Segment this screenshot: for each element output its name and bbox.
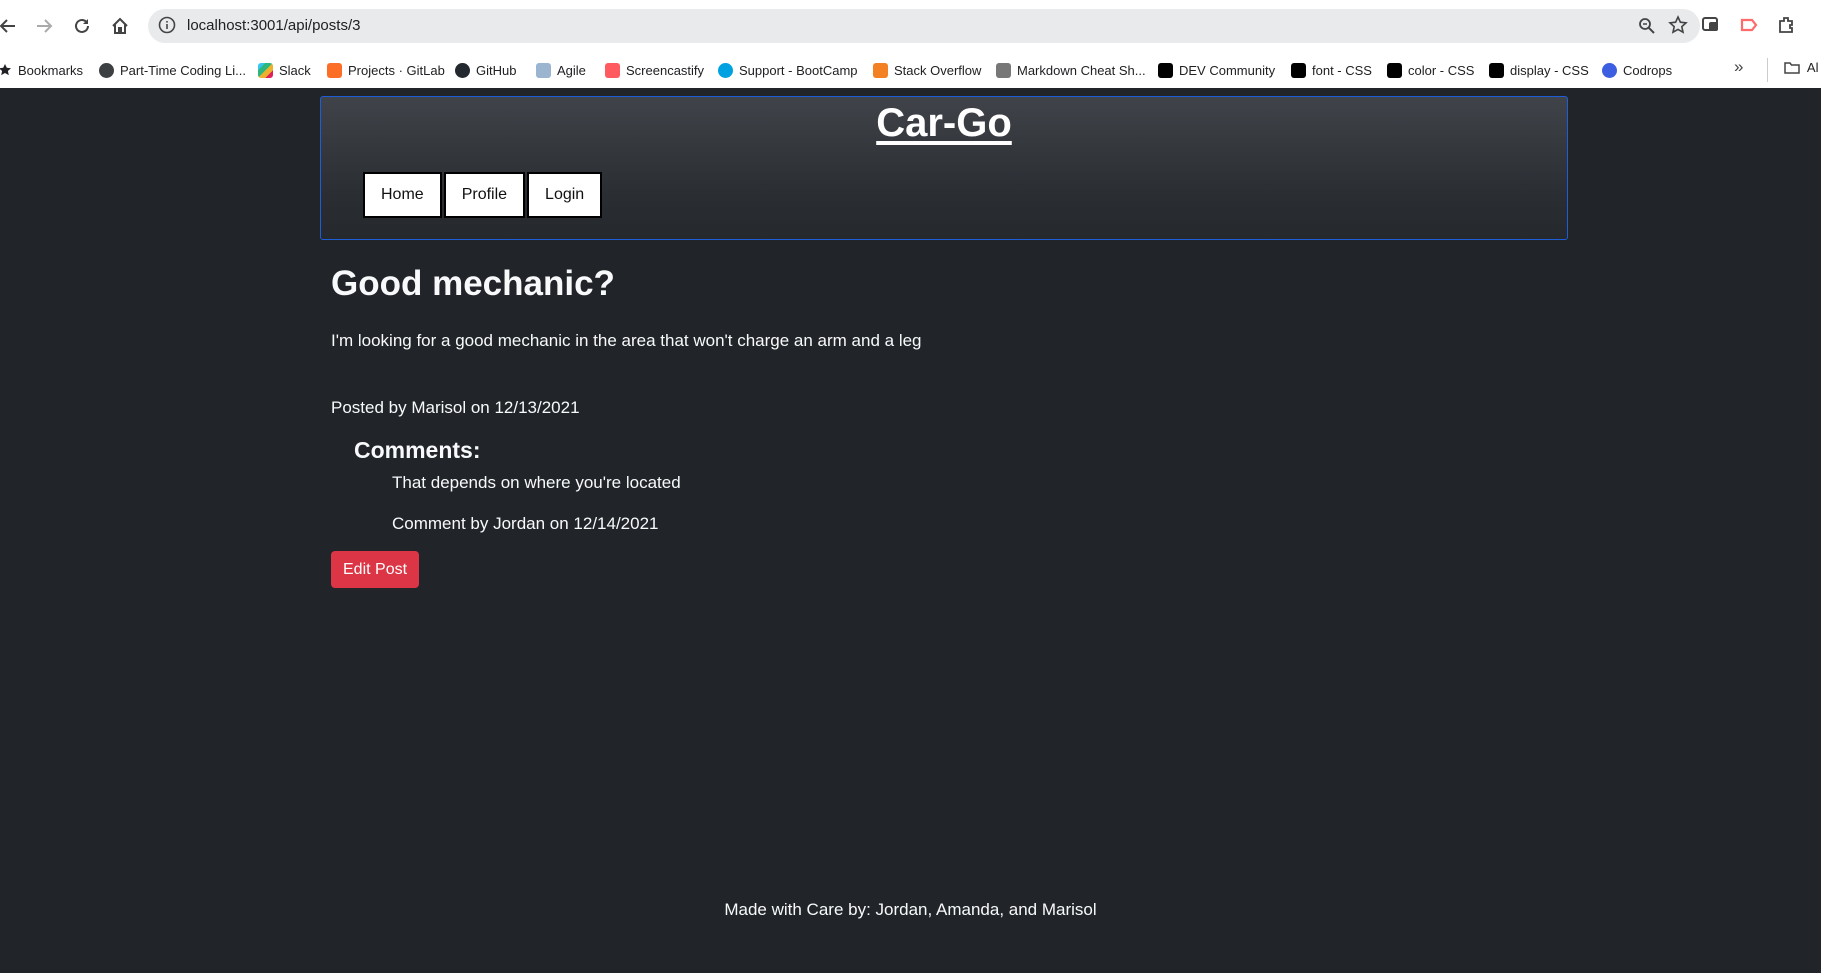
gitlab-icon: [327, 62, 342, 78]
back-arrow-icon[interactable]: [0, 12, 22, 40]
bookmark-item[interactable]: font - CSS: [1291, 60, 1372, 80]
agile-icon: [536, 62, 551, 78]
bookmark-label: Codrops: [1623, 62, 1673, 78]
main-nav: Home Profile Login: [363, 172, 603, 218]
home-icon[interactable]: [106, 12, 134, 40]
folder-icon: [1784, 60, 1807, 75]
bookmark-label: Part-Time Coding Li...: [120, 62, 246, 78]
comment-meta: Comment by Jordan on 12/14/2021: [392, 514, 659, 533]
browser-chrome: localhost:3001/api/posts/3 Bookmarks Par…: [0, 0, 1821, 89]
screencastify-icon: [605, 62, 620, 78]
bookmark-label: Support - BootCamp: [739, 62, 858, 78]
bookmark-label: Agile: [557, 62, 586, 78]
dev-icon: [1158, 62, 1173, 78]
bookmark-item[interactable]: Stack Overflow: [873, 60, 981, 80]
post-title: Good mechanic?: [331, 264, 615, 303]
bookmark-star-icon[interactable]: [1668, 15, 1688, 40]
nav-login-button[interactable]: Login: [527, 172, 603, 218]
nav-profile-button[interactable]: Profile: [443, 172, 526, 218]
bookmark-label: font - CSS: [1312, 62, 1372, 78]
bookmark-item[interactable]: Support - BootCamp: [718, 60, 858, 80]
bookmark-item[interactable]: display - CSS: [1489, 60, 1589, 80]
browser-toolbar: localhost:3001/api/posts/3: [0, 0, 1821, 52]
screencastify-extension-icon[interactable]: [1738, 14, 1762, 38]
bookmark-item[interactable]: Agile: [536, 60, 586, 80]
site-footer: Made with Care by: Jordan, Amanda, and M…: [724, 900, 1097, 919]
markdown-icon: [996, 62, 1011, 78]
url-text: localhost:3001/api/posts/3: [187, 17, 361, 34]
all-bookmarks-folder[interactable]: Al: [1784, 60, 1818, 75]
zoom-icon[interactable]: [1638, 17, 1656, 40]
post-meta: Posted by Marisol on 12/13/2021: [331, 398, 580, 417]
mdn-icon: [1489, 62, 1504, 78]
bookmark-label: Stack Overflow: [894, 62, 982, 78]
edit-post-button[interactable]: Edit Post: [331, 551, 420, 588]
bookmark-label: Projects · GitLab: [348, 62, 445, 78]
bookmark-item[interactable]: Screencastify: [605, 60, 704, 80]
page-content: Car-Go Home Profile Login Good mechanic?…: [0, 88, 1821, 973]
star-icon: [0, 63, 12, 78]
bookmark-item[interactable]: Codrops: [1602, 60, 1672, 80]
globe-icon: [99, 62, 114, 78]
puzzle-extensions-icon[interactable]: [1776, 14, 1800, 38]
bookmark-label: Bookmarks: [18, 62, 84, 78]
slack-icon: [258, 62, 273, 78]
bookmark-label: Slack: [279, 62, 311, 78]
bookmark-label: display - CSS: [1510, 62, 1589, 78]
bookmark-item[interactable]: Slack: [258, 60, 311, 80]
bookmark-label: Markdown Cheat Sh...: [1017, 62, 1146, 78]
bookmark-label: GitHub: [476, 62, 517, 78]
bookmark-item[interactable]: Projects · GitLab: [327, 60, 445, 80]
site-header: Car-Go Home Profile Login: [320, 96, 1568, 240]
codrops-icon: [1602, 62, 1617, 78]
stackoverflow-icon: [873, 62, 888, 78]
comments-heading: Comments:: [354, 437, 481, 463]
mdn-icon: [1387, 62, 1402, 78]
bookmark-item[interactable]: DEV Community: [1158, 60, 1275, 80]
github-icon: [455, 62, 470, 78]
address-bar[interactable]: localhost:3001/api/posts/3: [148, 9, 1700, 43]
bookmark-label: DEV Community: [1179, 62, 1276, 78]
bookmark-item[interactable]: color - CSS: [1387, 60, 1474, 80]
bookmark-item[interactable]: Part-Time Coding Li...: [99, 60, 246, 80]
reload-icon[interactable]: [68, 12, 96, 40]
bookmark-item[interactable]: GitHub: [455, 60, 516, 80]
forward-arrow-icon[interactable]: [30, 12, 58, 40]
more-bookmarks-icon[interactable]: »: [1734, 57, 1743, 77]
site-title[interactable]: Car-Go: [321, 101, 1567, 146]
bookmarks-bar: Bookmarks Part-Time Coding Li... Slack P…: [0, 52, 1821, 89]
bookmark-label: color - CSS: [1408, 62, 1475, 78]
nav-home-button[interactable]: Home: [363, 172, 442, 218]
site-info-icon[interactable]: [158, 16, 176, 34]
post-body: I'm looking for a good mechanic in the a…: [331, 331, 922, 350]
bookmark-label: Screencastify: [626, 62, 705, 78]
salesforce-icon: [718, 62, 733, 78]
bookmark-item[interactable]: Bookmarks: [0, 60, 83, 80]
extension-icon[interactable]: [1700, 14, 1724, 38]
bookmarks-divider: [1767, 58, 1768, 82]
bookmark-item[interactable]: Markdown Cheat Sh...: [996, 60, 1146, 80]
mdn-icon: [1291, 62, 1306, 78]
comment-text: That depends on where you're located: [392, 473, 681, 492]
all-bookmarks-label: Al: [1806, 60, 1819, 75]
